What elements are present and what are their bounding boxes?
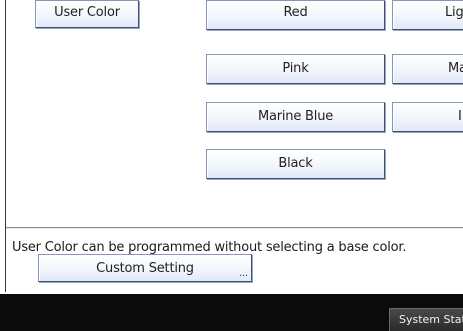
color-pink-button[interactable]: Pink [206, 54, 385, 84]
color-settings-panel: User Color Red Ligh Pink Ma Marine Blue … [0, 0, 463, 294]
user-color-button[interactable]: User Color [35, 0, 139, 28]
color-more-button[interactable]: I [392, 102, 463, 132]
color-black-button[interactable]: Black [206, 149, 385, 179]
color-magenta-button[interactable]: Ma [392, 54, 463, 84]
custom-setting-label: Custom Setting [96, 261, 194, 276]
panel-left-border [5, 0, 6, 292]
color-red-button[interactable]: Red [206, 0, 385, 30]
footer-bar: System Statu [0, 294, 463, 331]
color-marine-blue-button[interactable]: Marine Blue [206, 102, 385, 132]
section-divider-highlight [6, 228, 463, 229]
custom-setting-button[interactable]: Custom Setting ... [38, 254, 252, 282]
system-status-button[interactable]: System Statu [389, 308, 463, 331]
color-light-button[interactable]: Ligh [392, 0, 463, 30]
ellipsis-icon: ... [239, 268, 248, 279]
